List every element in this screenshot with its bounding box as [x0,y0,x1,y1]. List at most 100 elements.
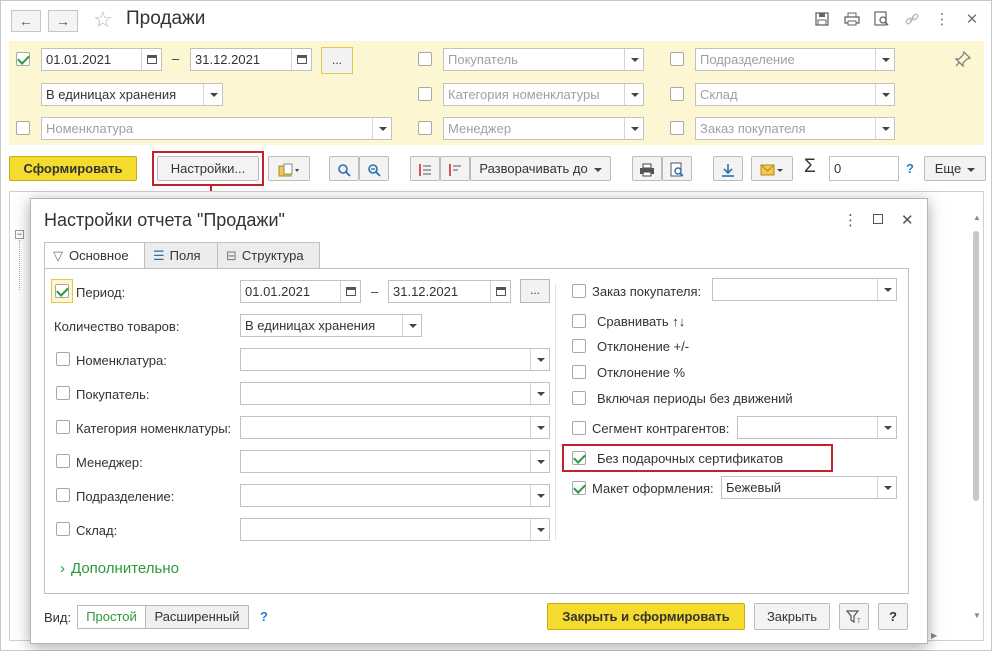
chevron-down-icon[interactable] [877,477,896,498]
more-menu-icon[interactable]: ⋮ [933,10,951,28]
preview-icon[interactable] [873,10,891,28]
dialog-close-icon[interactable]: ✕ [901,211,914,229]
calendar-icon[interactable] [340,281,360,302]
chevron-down-icon[interactable] [875,49,894,70]
search-button[interactable] [329,156,359,181]
compare-checkbox[interactable] [572,314,586,328]
manager-checkbox[interactable] [56,454,70,468]
manager-field[interactable]: Менеджер [443,117,644,140]
nomenclature-checkbox[interactable] [16,121,30,135]
units-select[interactable]: В единицах хранения [41,83,223,106]
print-preview-button[interactable] [662,156,692,181]
close-generate-button[interactable]: Закрыть и сформировать [547,603,745,630]
chevron-down-icon[interactable] [203,84,222,105]
chevron-down-icon[interactable] [875,84,894,105]
dlg-date-to-field[interactable]: 31.12.2021 [388,280,511,303]
period-checkbox[interactable] [16,52,30,66]
chevron-down-icon[interactable] [530,383,549,404]
chevron-down-icon[interactable] [402,315,421,336]
chevron-down-icon[interactable] [530,417,549,438]
category-field[interactable] [240,416,550,439]
chevron-down-icon[interactable] [877,417,896,438]
period-checkbox[interactable] [55,284,69,298]
order-checkbox[interactable] [572,284,586,298]
order-field[interactable]: Заказ покупателя [695,117,895,140]
additional-toggle[interactable]: › Дополнительно [60,560,179,577]
segment-field[interactable] [737,416,897,439]
include-periods-checkbox[interactable] [572,391,586,405]
scroll-up-icon[interactable]: ▲ [973,213,981,222]
collapse-toggle[interactable]: − [15,230,24,239]
generate-button[interactable]: Сформировать [9,156,137,181]
division-checkbox[interactable] [670,52,684,66]
buyer-field[interactable] [240,382,550,405]
help-icon[interactable]: ? [260,609,268,624]
chevron-down-icon[interactable] [624,118,643,139]
warehouse-checkbox[interactable] [56,522,70,536]
calendar-icon[interactable] [291,49,311,70]
buyer-field[interactable]: Покупатель [443,48,644,71]
print-icon[interactable] [843,10,861,28]
period-select-button[interactable]: ... [321,47,353,74]
date-from-field[interactable]: 01.01.2021 [41,48,162,71]
warehouse-checkbox[interactable] [670,87,684,101]
close-button[interactable]: Закрыть [754,603,830,630]
calendar-icon[interactable] [141,49,161,70]
expand-to-button[interactable]: Разворачивать до [470,156,611,181]
view-simple-button[interactable]: Простой [77,605,146,629]
close-icon[interactable]: ✕ [963,10,981,28]
scrollbar-thumb[interactable] [973,231,979,501]
buyer-checkbox[interactable] [56,386,70,400]
maximize-icon[interactable] [873,214,883,224]
nomenclature-field[interactable]: Номенклатура [41,117,392,140]
nomenclature-checkbox[interactable] [56,352,70,366]
chevron-down-icon[interactable] [624,49,643,70]
collapse-all-button[interactable] [440,156,470,181]
dlg-date-from-field[interactable]: 01.01.2021 [240,280,361,303]
tab-main[interactable]: ▽ Основное [44,242,145,269]
expand-all-button[interactable] [410,156,440,181]
calendar-icon[interactable] [490,281,510,302]
tab-fields[interactable]: ☰ Поля [144,242,218,269]
search-next-button[interactable] [359,156,389,181]
dialog-menu-icon[interactable]: ⋮ [843,211,858,229]
chevron-down-icon[interactable] [530,485,549,506]
dlg-period-button[interactable]: ... [520,279,550,303]
scroll-right-icon[interactable]: ▶ [931,631,937,640]
print-button[interactable] [632,156,662,181]
deviation-pct-checkbox[interactable] [572,365,586,379]
variant-button[interactable] [268,156,310,181]
chevron-down-icon[interactable] [877,279,896,300]
chevron-down-icon[interactable] [530,451,549,472]
tab-structure[interactable]: ⊟ Структура [217,242,320,269]
warehouse-field[interactable] [240,518,550,541]
segment-checkbox[interactable] [572,421,586,435]
help-icon[interactable]: ? [906,161,914,176]
nomenclature-field[interactable] [240,348,550,371]
sum-field[interactable]: 0 [829,156,899,181]
settings-button[interactable]: Настройки... [157,156,259,181]
view-extended-button[interactable]: Расширенный [145,605,249,629]
division-field[interactable] [240,484,550,507]
save-to-file-button[interactable] [713,156,743,181]
date-to-field[interactable]: 31.12.2021 [190,48,312,71]
chevron-down-icon[interactable] [530,519,549,540]
order-checkbox[interactable] [670,121,684,135]
link-icon[interactable] [903,10,921,28]
save-icon[interactable] [813,10,831,28]
scroll-down-icon[interactable]: ▼ [973,611,981,620]
filter-settings-button[interactable]: T [839,603,869,630]
dialog-help-button[interactable]: ? [878,603,908,630]
chevron-down-icon[interactable] [624,84,643,105]
category-checkbox[interactable] [56,420,70,434]
pin-icon[interactable] [954,50,972,71]
category-field[interactable]: Категория номенклатуры [443,83,644,106]
division-checkbox[interactable] [56,488,70,502]
forward-button[interactable]: → [48,10,78,32]
category-checkbox[interactable] [418,87,432,101]
chevron-down-icon[interactable] [530,349,549,370]
layout-select[interactable]: Бежевый [721,476,897,499]
send-email-button[interactable] [751,156,793,181]
no-gift-checkbox[interactable] [572,451,586,465]
layout-checkbox[interactable] [572,481,586,495]
